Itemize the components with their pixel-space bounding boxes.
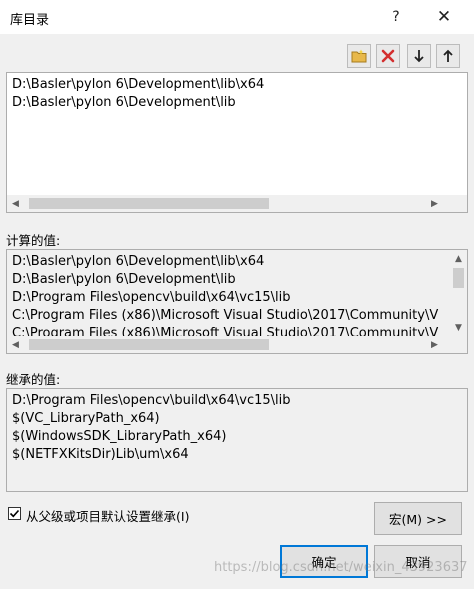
editor-line[interactable]: D:\Basler\pylon 6\Development\lib bbox=[12, 94, 236, 112]
inherited-values-box: D:\Program Files\opencv\build\x64\vc15\l… bbox=[6, 388, 468, 492]
scroll-left-arrow-icon[interactable]: ◀ bbox=[7, 195, 24, 212]
editor-horizontal-scrollbar[interactable]: ◀ ▶ bbox=[7, 195, 467, 212]
watermark-text: https://blog.csdn.net/weixin_43923637 bbox=[214, 560, 468, 575]
window-title: 库目录 bbox=[10, 13, 50, 28]
evaluated-line: D:\Program Files\opencv\build\x64\vc15\l… bbox=[12, 290, 291, 305]
scroll-down-arrow-icon[interactable]: ▼ bbox=[450, 319, 467, 336]
inherited-line: $(WindowsSDK_LibraryPath_x64) bbox=[12, 429, 227, 444]
evaluated-line: C:\Program Files (x86)\Microsoft Visual … bbox=[12, 308, 439, 323]
move-up-button[interactable] bbox=[436, 44, 460, 68]
help-button[interactable]: ? bbox=[383, 4, 409, 30]
scrollbar-thumb[interactable] bbox=[29, 339, 269, 350]
delete-x-icon bbox=[381, 49, 395, 63]
arrow-up-icon bbox=[443, 49, 453, 62]
inherited-line: D:\Program Files\opencv\build\x64\vc15\l… bbox=[12, 393, 291, 408]
arrow-down-icon bbox=[414, 50, 424, 63]
inherit-checkbox-label[interactable]: 从父级或项目默认设置继承(I) bbox=[26, 506, 189, 525]
scrollbar-corner bbox=[450, 336, 467, 353]
evaluated-horizontal-scrollbar[interactable]: ◀ ▶ bbox=[7, 336, 450, 353]
library-directories-editor[interactable]: D:\Basler\pylon 6\Development\lib\x64 D:… bbox=[6, 72, 468, 213]
editor-line[interactable]: D:\Basler\pylon 6\Development\lib\x64 bbox=[12, 76, 264, 94]
folder-new-icon bbox=[351, 49, 367, 63]
delete-line-button[interactable] bbox=[376, 44, 400, 68]
inherit-checkbox[interactable] bbox=[8, 507, 21, 520]
inherited-values-label: 继承的值: bbox=[6, 372, 61, 387]
evaluated-line: D:\Basler\pylon 6\Development\lib bbox=[12, 272, 236, 287]
scroll-right-arrow-icon[interactable]: ▶ bbox=[426, 195, 443, 212]
evaluated-line: D:\Basler\pylon 6\Development\lib\x64 bbox=[12, 254, 265, 269]
title-bar: 库目录 ? ✕ bbox=[0, 0, 474, 34]
inherited-line: $(VC_LibraryPath_x64) bbox=[12, 411, 160, 426]
checkmark-icon bbox=[9, 509, 20, 518]
new-line-button[interactable] bbox=[347, 44, 371, 68]
inherited-line: $(NETFXKitsDir)Lib\um\x64 bbox=[12, 447, 189, 462]
scrollbar-thumb[interactable] bbox=[29, 198, 269, 209]
evaluated-value-box: D:\Basler\pylon 6\Development\lib\x64 D:… bbox=[6, 249, 468, 354]
close-button[interactable]: ✕ bbox=[431, 4, 457, 30]
scroll-right-arrow-icon[interactable]: ▶ bbox=[426, 336, 443, 353]
move-down-button[interactable] bbox=[407, 44, 431, 68]
scroll-up-arrow-icon[interactable]: ▲ bbox=[450, 250, 467, 267]
evaluated-vertical-scrollbar[interactable]: ▲ ▼ bbox=[450, 250, 467, 336]
evaluated-value-label: 计算的值: bbox=[6, 233, 61, 248]
scroll-left-arrow-icon[interactable]: ◀ bbox=[7, 336, 24, 353]
scrollbar-thumb[interactable] bbox=[453, 268, 464, 288]
macros-button[interactable]: 宏(M) >> bbox=[374, 502, 462, 535]
